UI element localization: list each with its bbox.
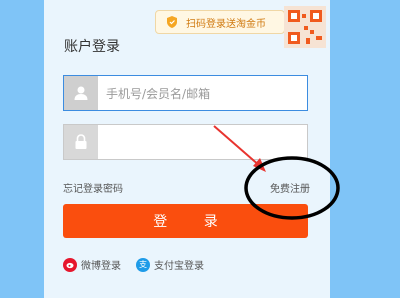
weibo-login-label: 微博登录 [81, 261, 121, 272]
alipay-login-label: 支付宝登录 [154, 261, 204, 272]
username-field[interactable]: 手机号/会员名/邮箱 [63, 75, 308, 111]
username-placeholder: 手机号/会员名/邮箱 [106, 86, 211, 101]
lock-icon [64, 125, 98, 159]
user-icon [64, 76, 98, 110]
forgot-password-link[interactable]: 忘记登录密码 [63, 180, 123, 195]
alipay-login-link[interactable]: 支 支付宝登录 [136, 257, 204, 272]
page-title: 账户登录 [64, 39, 120, 55]
weibo-login-link[interactable]: 微博登录 [63, 257, 121, 272]
qr-login-promo-text: 扫码登录送淘金币 [186, 18, 266, 30]
alipay-icon: 支 [136, 257, 150, 272]
qr-code-icon[interactable] [284, 6, 326, 48]
login-button[interactable]: 登 录 [63, 204, 308, 238]
shield-icon [166, 16, 178, 28]
qr-login-promo[interactable]: 扫码登录送淘金币 [155, 10, 285, 34]
password-field[interactable] [63, 124, 308, 160]
weibo-icon [63, 257, 77, 272]
register-link[interactable]: 免费注册 [270, 180, 310, 195]
